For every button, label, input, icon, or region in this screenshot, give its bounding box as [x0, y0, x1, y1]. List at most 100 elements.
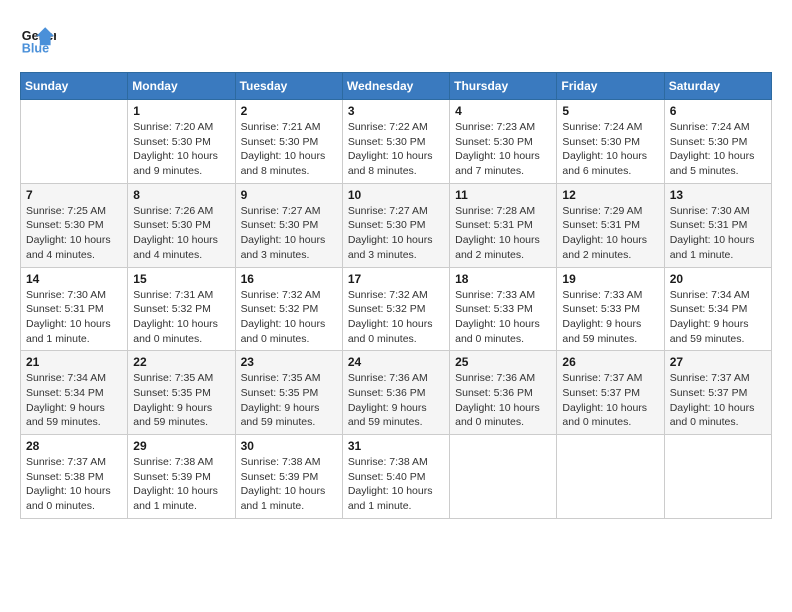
calendar-cell: 19 Sunrise: 7:33 AMSunset: 5:33 PMDayligh…: [557, 267, 664, 351]
day-number: 9: [241, 188, 337, 202]
weekday-header: Thursday: [450, 73, 557, 100]
day-info: Sunrise: 7:36 AMSunset: 5:36 PMDaylight:…: [455, 371, 551, 430]
day-number: 4: [455, 104, 551, 118]
day-info: Sunrise: 7:26 AMSunset: 5:30 PMDaylight:…: [133, 204, 229, 263]
calendar-cell: 22 Sunrise: 7:35 AMSunset: 5:35 PMDayligh…: [128, 351, 235, 435]
day-info: Sunrise: 7:37 AMSunset: 5:37 PMDaylight:…: [670, 371, 766, 430]
day-number: 27: [670, 355, 766, 369]
calendar-cell: 21Sunrise: 7:34 AMSunset: 5:34 PMDayligh…: [21, 351, 128, 435]
day-number: 12: [562, 188, 658, 202]
day-number: 15: [133, 272, 229, 286]
day-number: 18: [455, 272, 551, 286]
weekday-header: Monday: [128, 73, 235, 100]
calendar-cell: 29 Sunrise: 7:38 AMSunset: 5:39 PMDayligh…: [128, 435, 235, 519]
day-info: Sunrise: 7:23 AMSunset: 5:30 PMDaylight:…: [455, 120, 551, 179]
weekday-header-row: SundayMondayTuesdayWednesdayThursdayFrid…: [21, 73, 772, 100]
day-number: 25: [455, 355, 551, 369]
day-number: 24: [348, 355, 444, 369]
day-info: Sunrise: 7:38 AMSunset: 5:39 PMDaylight:…: [133, 455, 229, 514]
calendar-week-row: 14Sunrise: 7:30 AMSunset: 5:31 PMDayligh…: [21, 267, 772, 351]
day-info: Sunrise: 7:38 AMSunset: 5:39 PMDaylight:…: [241, 455, 337, 514]
day-info: Sunrise: 7:29 AMSunset: 5:31 PMDaylight:…: [562, 204, 658, 263]
day-info: Sunrise: 7:25 AMSunset: 5:30 PMDaylight:…: [26, 204, 122, 263]
day-info: Sunrise: 7:22 AMSunset: 5:30 PMDaylight:…: [348, 120, 444, 179]
day-info: Sunrise: 7:35 AMSunset: 5:35 PMDaylight:…: [241, 371, 337, 430]
day-number: 7: [26, 188, 122, 202]
calendar-cell: 15 Sunrise: 7:31 AMSunset: 5:32 PMDayligh…: [128, 267, 235, 351]
day-number: 28: [26, 439, 122, 453]
day-number: 3: [348, 104, 444, 118]
day-info: Sunrise: 7:37 AMSunset: 5:37 PMDaylight:…: [562, 371, 658, 430]
calendar-cell: 7 Sunrise: 7:25 AMSunset: 5:30 PMDaylight…: [21, 183, 128, 267]
day-number: 8: [133, 188, 229, 202]
day-number: 1: [133, 104, 229, 118]
weekday-header: Saturday: [664, 73, 771, 100]
calendar-cell: 30 Sunrise: 7:38 AMSunset: 5:39 PMDayligh…: [235, 435, 342, 519]
day-number: 20: [670, 272, 766, 286]
day-info: Sunrise: 7:37 AMSunset: 5:38 PMDaylight:…: [26, 455, 122, 514]
day-info: Sunrise: 7:33 AMSunset: 5:33 PMDaylight:…: [455, 288, 551, 347]
day-info: Sunrise: 7:36 AMSunset: 5:36 PMDaylight:…: [348, 371, 444, 430]
day-info: Sunrise: 7:30 AMSunset: 5:31 PMDaylight:…: [670, 204, 766, 263]
day-number: 23: [241, 355, 337, 369]
weekday-header: Tuesday: [235, 73, 342, 100]
calendar-cell: 5Sunrise: 7:24 AMSunset: 5:30 PMDaylight…: [557, 100, 664, 184]
calendar-cell: 18 Sunrise: 7:33 AMSunset: 5:33 PMDayligh…: [450, 267, 557, 351]
day-info: Sunrise: 7:24 AMSunset: 5:30 PMDaylight:…: [670, 120, 766, 179]
calendar-cell: 3 Sunrise: 7:22 AMSunset: 5:30 PMDaylight…: [342, 100, 449, 184]
day-info: Sunrise: 7:28 AMSunset: 5:31 PMDaylight:…: [455, 204, 551, 263]
calendar-cell: 6 Sunrise: 7:24 AMSunset: 5:30 PMDaylight…: [664, 100, 771, 184]
day-number: 30: [241, 439, 337, 453]
calendar-cell: 24 Sunrise: 7:36 AMSunset: 5:36 PMDayligh…: [342, 351, 449, 435]
day-info: Sunrise: 7:27 AMSunset: 5:30 PMDaylight:…: [241, 204, 337, 263]
day-info: Sunrise: 7:34 AMSunset: 5:34 PMDaylight:…: [670, 288, 766, 347]
day-number: 10: [348, 188, 444, 202]
day-info: Sunrise: 7:21 AMSunset: 5:30 PMDaylight:…: [241, 120, 337, 179]
calendar-cell: 9 Sunrise: 7:27 AMSunset: 5:30 PMDaylight…: [235, 183, 342, 267]
logo: General Blue: [20, 20, 60, 56]
day-number: 22: [133, 355, 229, 369]
day-info: Sunrise: 7:20 AMSunset: 5:30 PMDaylight:…: [133, 120, 229, 179]
calendar-week-row: 21Sunrise: 7:34 AMSunset: 5:34 PMDayligh…: [21, 351, 772, 435]
calendar-cell: 10Sunrise: 7:27 AMSunset: 5:30 PMDayligh…: [342, 183, 449, 267]
day-number: 29: [133, 439, 229, 453]
calendar-table: SundayMondayTuesdayWednesdayThursdayFrid…: [20, 72, 772, 519]
day-number: 31: [348, 439, 444, 453]
calendar-cell: 4 Sunrise: 7:23 AMSunset: 5:30 PMDaylight…: [450, 100, 557, 184]
calendar-cell: 13 Sunrise: 7:30 AMSunset: 5:31 PMDayligh…: [664, 183, 771, 267]
day-number: 6: [670, 104, 766, 118]
weekday-header: Friday: [557, 73, 664, 100]
weekday-header: Wednesday: [342, 73, 449, 100]
calendar-cell: [450, 435, 557, 519]
logo-icon: General Blue: [20, 20, 56, 56]
day-info: Sunrise: 7:32 AMSunset: 5:32 PMDaylight:…: [241, 288, 337, 347]
calendar-cell: 31 Sunrise: 7:38 AMSunset: 5:40 PMDayligh…: [342, 435, 449, 519]
page-header: General Blue: [20, 20, 772, 56]
day-number: 2: [241, 104, 337, 118]
calendar-cell: 12 Sunrise: 7:29 AMSunset: 5:31 PMDayligh…: [557, 183, 664, 267]
calendar-cell: 14Sunrise: 7:30 AMSunset: 5:31 PMDayligh…: [21, 267, 128, 351]
day-number: 11: [455, 188, 551, 202]
day-number: 17: [348, 272, 444, 286]
day-number: 13: [670, 188, 766, 202]
day-info: Sunrise: 7:33 AMSunset: 5:33 PMDaylight:…: [562, 288, 658, 347]
calendar-week-row: 7 Sunrise: 7:25 AMSunset: 5:30 PMDaylight…: [21, 183, 772, 267]
calendar-cell: 2 Sunrise: 7:21 AMSunset: 5:30 PMDaylight…: [235, 100, 342, 184]
day-number: 19: [562, 272, 658, 286]
calendar-cell: 11 Sunrise: 7:28 AMSunset: 5:31 PMDayligh…: [450, 183, 557, 267]
calendar-cell: 16 Sunrise: 7:32 AMSunset: 5:32 PMDayligh…: [235, 267, 342, 351]
calendar-cell: 8 Sunrise: 7:26 AMSunset: 5:30 PMDaylight…: [128, 183, 235, 267]
day-info: Sunrise: 7:38 AMSunset: 5:40 PMDaylight:…: [348, 455, 444, 514]
calendar-cell: 25 Sunrise: 7:36 AMSunset: 5:36 PMDayligh…: [450, 351, 557, 435]
calendar-cell: 26Sunrise: 7:37 AMSunset: 5:37 PMDayligh…: [557, 351, 664, 435]
calendar-cell: [21, 100, 128, 184]
day-number: 16: [241, 272, 337, 286]
calendar-cell: 20 Sunrise: 7:34 AMSunset: 5:34 PMDayligh…: [664, 267, 771, 351]
day-info: Sunrise: 7:34 AMSunset: 5:34 PMDaylight:…: [26, 371, 122, 430]
calendar-cell: 17Sunrise: 7:32 AMSunset: 5:32 PMDayligh…: [342, 267, 449, 351]
calendar-cell: [664, 435, 771, 519]
calendar-cell: 28 Sunrise: 7:37 AMSunset: 5:38 PMDayligh…: [21, 435, 128, 519]
day-info: Sunrise: 7:31 AMSunset: 5:32 PMDaylight:…: [133, 288, 229, 347]
day-info: Sunrise: 7:35 AMSunset: 5:35 PMDaylight:…: [133, 371, 229, 430]
calendar-cell: 27 Sunrise: 7:37 AMSunset: 5:37 PMDayligh…: [664, 351, 771, 435]
